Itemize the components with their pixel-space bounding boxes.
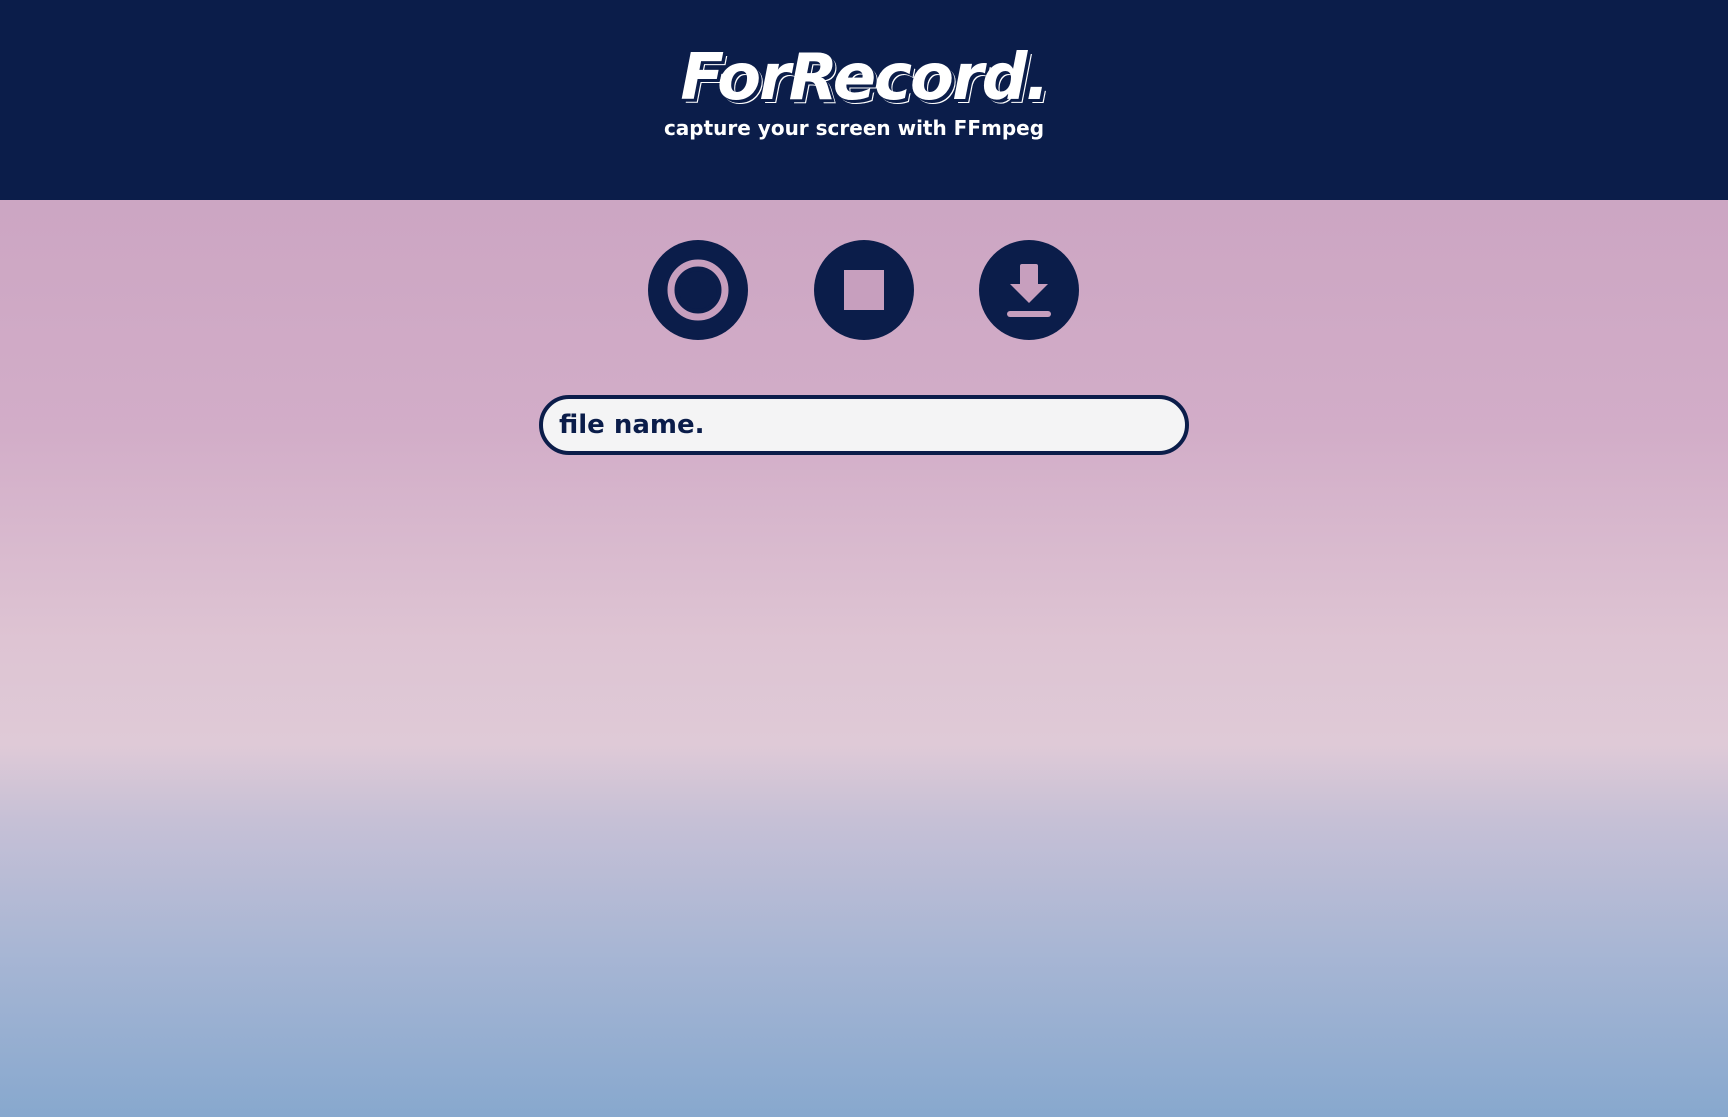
recording-controls <box>648 240 1080 340</box>
record-button[interactable] <box>648 240 748 340</box>
brand-logo: ForRecord. <box>680 41 1049 115</box>
download-icon <box>1007 264 1051 317</box>
stop-icon <box>844 270 884 310</box>
record-icon <box>667 259 729 321</box>
filename-field-wrapper <box>539 395 1189 455</box>
app-header: ForRecord. capture your screen with FFmp… <box>0 0 1728 200</box>
filename-input[interactable] <box>539 395 1189 455</box>
download-button[interactable] <box>979 240 1079 340</box>
stop-button[interactable] <box>814 240 914 340</box>
brand-tagline: capture your screen with FFmpeg <box>663 116 1045 140</box>
